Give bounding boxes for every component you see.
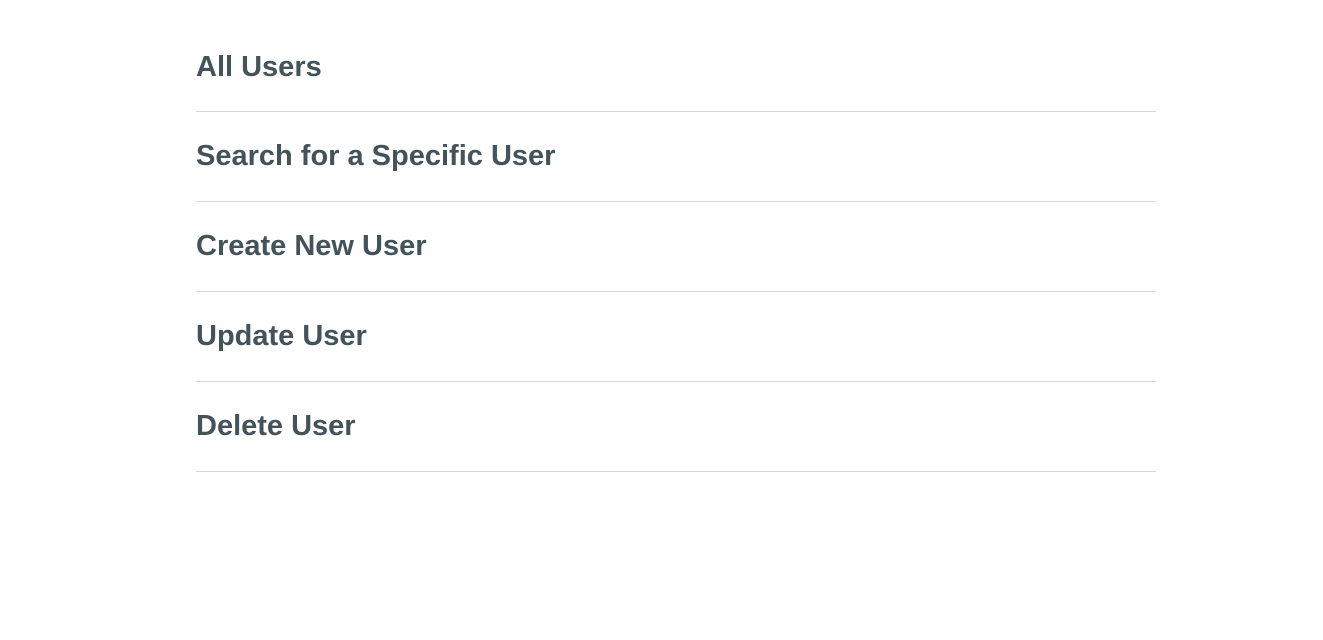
user-actions-menu: All Users Search for a Specific User Cre…: [196, 23, 1156, 472]
menu-item-label: Delete User: [196, 410, 356, 442]
menu-item-label: Search for a Specific User: [196, 140, 556, 172]
menu-item-label: All Users: [196, 50, 322, 83]
menu-item-label: Create New User: [196, 230, 427, 262]
menu-item-create-user[interactable]: Create New User: [196, 202, 1156, 292]
menu-item-delete-user[interactable]: Delete User: [196, 382, 1156, 472]
menu-item-all-users[interactable]: All Users: [196, 23, 1156, 112]
menu-item-update-user[interactable]: Update User: [196, 292, 1156, 382]
menu-item-label: Update User: [196, 320, 367, 352]
menu-item-search-user[interactable]: Search for a Specific User: [196, 112, 1156, 202]
